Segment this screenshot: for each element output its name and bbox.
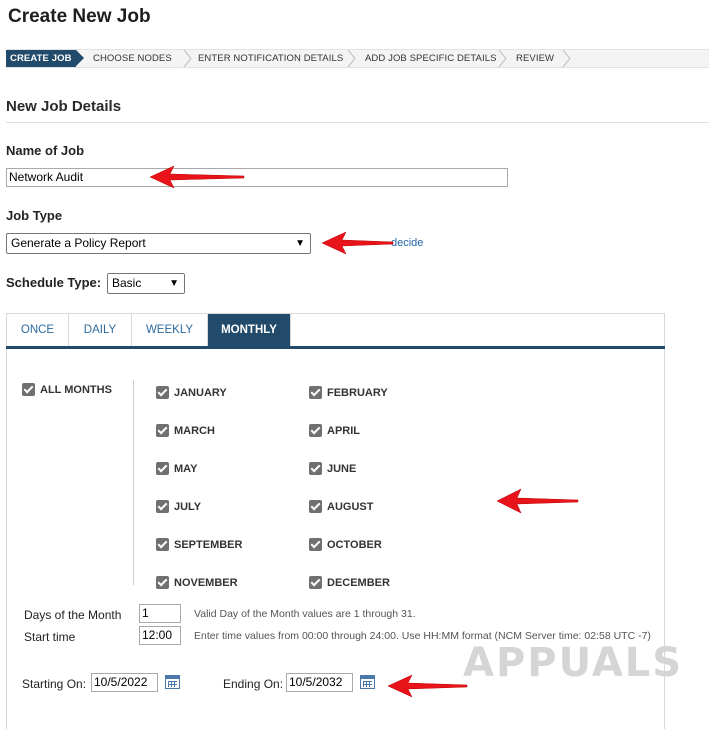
month-checkbox-january[interactable] [156,386,169,399]
step-separator-icon [347,50,356,67]
ending-on-input[interactable]: 10/5/2032 [286,673,353,692]
tab-daily[interactable]: DAILY [69,314,132,347]
month-checkbox-april[interactable] [309,424,322,437]
wizard-step-review[interactable]: REVIEW [516,50,554,67]
section-divider [6,122,709,123]
name-of-job-label: Name of Job [6,143,85,158]
starting-on-label: Starting On: [22,677,87,691]
month-label-may: MAY [174,463,198,475]
help-decide-link[interactable]: decide [391,237,423,249]
month-checkbox-march[interactable] [156,424,169,437]
month-checkbox-december[interactable] [309,576,322,589]
all-months-checkbox[interactable] [22,383,35,396]
schedule-type-label: Schedule Type: [6,275,102,290]
month-label-december: DECEMBER [327,577,390,589]
month-label-january: JANUARY [174,387,227,399]
ending-on-label: Ending On: [223,677,284,691]
job-type-label: Job Type [6,208,63,223]
wizard-step-choose-nodes[interactable]: CHOOSE NODES [93,50,172,67]
month-checkbox-october[interactable] [309,538,322,551]
month-label-august: AUGUST [327,501,374,513]
starting-on-input[interactable]: 10/5/2022 [91,673,158,692]
step-separator-icon [498,50,507,67]
days-of-month-input[interactable]: 1 [139,604,181,623]
days-of-month-hint: Valid Day of the Month values are 1 thro… [194,608,416,620]
month-checkbox-february[interactable] [309,386,322,399]
days-of-month-label: Days of the Month [24,608,122,622]
calendar-icon[interactable] [360,675,375,689]
calendar-icon[interactable] [165,675,180,689]
tab-once[interactable]: ONCE [7,314,69,347]
annotation-arrow-icon [388,674,468,698]
section-title: New Job Details [6,98,122,115]
job-type-select[interactable]: Generate a Policy Report ▼ [6,233,311,254]
start-time-label: Start time [24,630,76,644]
month-label-june: JUNE [327,463,357,475]
step-separator-icon [562,50,571,67]
tab-weekly[interactable]: WEEKLY [132,314,208,347]
annotation-arrow-icon [150,165,245,189]
step-separator-icon [183,50,192,67]
wizard-step-create-job[interactable]: CREATE JOB [6,50,84,67]
schedule-tabs: ONCE DAILY WEEKLY MONTHLY [6,313,665,347]
month-label-april: APRIL [327,425,360,437]
month-checkbox-july[interactable] [156,500,169,513]
chevron-down-icon: ▼ [169,278,179,289]
watermark-logo: APPUALS [463,640,684,686]
month-label-october: OCTOBER [327,539,382,551]
wizard-step-job-details[interactable]: ADD JOB SPECIFIC DETAILS [365,50,497,67]
month-label-september: SEPTEMBER [174,539,243,551]
schedule-type-select[interactable]: Basic ▼ [107,273,185,294]
month-checkbox-may[interactable] [156,462,169,475]
wizard-steps: CREATE JOB CHOOSE NODES ENTER NOTIFICATI… [6,49,709,68]
month-label-february: FEBRUARY [327,387,388,399]
annotation-arrow-icon [497,488,579,514]
schedule-type-selected: Basic [112,276,142,290]
name-of-job-input[interactable]: Network Audit [6,168,508,187]
month-checkbox-june[interactable] [309,462,322,475]
months-divider [133,380,134,585]
month-checkbox-november[interactable] [156,576,169,589]
month-label-november: NOVEMBER [174,577,238,589]
month-label-march: MARCH [174,425,215,437]
start-time-input[interactable]: 12:00 [139,626,181,645]
month-checkbox-september[interactable] [156,538,169,551]
job-type-selected: Generate a Policy Report [11,236,146,250]
annotation-arrow-icon [322,231,394,255]
all-months-label: ALL MONTHS [40,384,112,396]
chevron-down-icon: ▼ [295,238,305,249]
tab-monthly[interactable]: MONTHLY [208,314,291,347]
page-title: Create New Job [8,6,151,27]
wizard-step-notification[interactable]: ENTER NOTIFICATION DETAILS [198,50,343,67]
month-checkbox-august[interactable] [309,500,322,513]
month-label-july: JULY [174,501,202,513]
